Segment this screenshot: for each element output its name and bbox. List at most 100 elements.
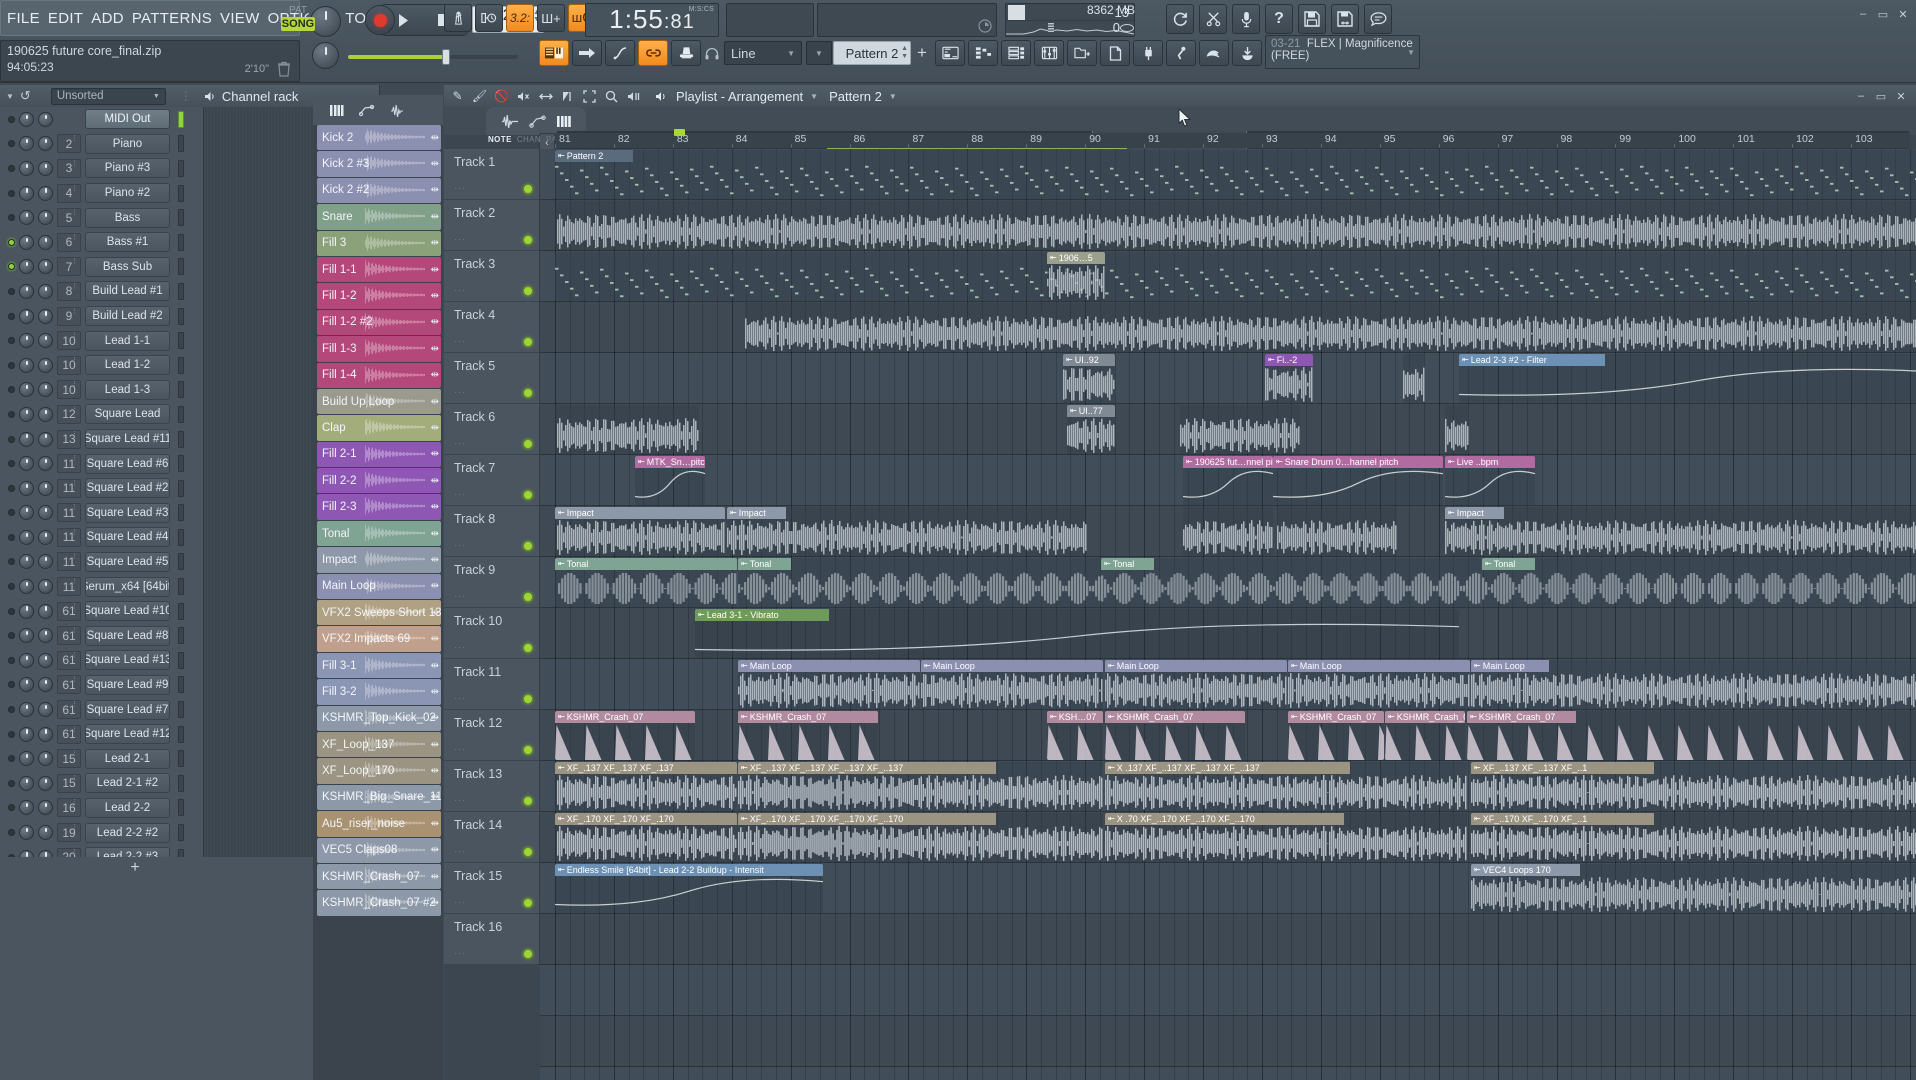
plugin-info-panel[interactable]: 03-21 FLEX | Magnificence (FREE) ▼	[1265, 35, 1420, 69]
clip-source-item[interactable]: Fill 1-2 #2 ⇹	[317, 309, 441, 336]
track-header[interactable]: Track 9 ···	[444, 557, 540, 608]
clip-header[interactable]: ⇤ Impact	[555, 507, 725, 519]
clip-move-handle-icon[interactable]: ⇹	[431, 502, 439, 513]
pattern-selector[interactable]: Pattern 2 ▲ ▼	[833, 41, 911, 65]
channel-volume-knob[interactable]	[38, 480, 53, 496]
playlist-clip[interactable]: ⇤ Main Loop	[738, 660, 920, 709]
channel-volume-knob[interactable]	[38, 505, 53, 521]
clip-move-handle-icon[interactable]: ⇹	[431, 317, 439, 328]
playlist-clip[interactable]: ⇤ KSH…07	[1047, 711, 1103, 760]
link-button[interactable]	[638, 40, 668, 66]
menu-item-patterns[interactable]: PATTERNS	[132, 10, 212, 27]
audio-icon[interactable]	[500, 114, 520, 128]
wrapper-button[interactable]	[1166, 40, 1196, 66]
playlist-clip[interactable]	[1403, 354, 1425, 403]
channel-mixer-number[interactable]: 7 ⋮	[57, 257, 81, 277]
clip-move-handle-icon[interactable]: ⇹	[431, 291, 439, 302]
playlist-clip[interactable]: ⇤KSHMR_Crash_07	[1467, 711, 1916, 760]
clip-source-item[interactable]: Fill 2-1 ⇹	[317, 441, 441, 468]
channel-name-button[interactable]: Square Lead #2	[85, 478, 170, 499]
channel-enable-toggle[interactable]	[178, 479, 184, 497]
playlist-clip[interactable]: ⇤ XF_..170 XF_..170 XF_..1	[1471, 813, 1916, 862]
clip-source-item[interactable]: Fill 3-2 ⇹	[317, 679, 441, 705]
clip-source-item[interactable]: Tonal ⇹	[317, 520, 441, 547]
microphone-button[interactable]	[1232, 4, 1260, 34]
channel-mixer-number[interactable]: 10 ⋮	[57, 355, 81, 375]
channel-pan-knob[interactable]	[19, 480, 34, 496]
playlist-clip[interactable]: ⇤ XF_..137 XF_..137 XF_..137 XF_..137	[738, 762, 1103, 811]
channel-name-button[interactable]: Square Lead #13	[85, 650, 170, 671]
timeline-ruler[interactable]: 81 82 83 84 85 86 87 88 89 90 91 92 93 94 95 96 97 98 99 10…	[555, 133, 1910, 148]
channel-mixer-number[interactable]: 15 ⋮	[57, 749, 81, 769]
clip-source-item[interactable]: Fill 3 ⇹	[317, 230, 441, 256]
channel-volume-knob[interactable]	[38, 357, 53, 373]
channel-name-button[interactable]: MIDI Out	[85, 109, 170, 130]
channel-mixer-number[interactable]: 13 ⋮	[57, 429, 81, 449]
track-enable-led[interactable]	[523, 643, 533, 653]
playlist-clip[interactable]: ⇤ MTK_Sn…pitch	[635, 456, 705, 505]
channel-led[interactable]	[8, 656, 15, 664]
channel-mixer-number[interactable]: 11 ⋮	[57, 478, 81, 498]
clip-move-handle-icon[interactable]: ⇹	[431, 818, 439, 829]
clip-header[interactable]: ⇤ Tonal	[738, 558, 791, 570]
channel-pan-knob[interactable]	[19, 357, 34, 373]
clip-header[interactable]: ⇤ Live ..bpm	[1445, 456, 1535, 468]
channel-enable-toggle[interactable]	[178, 799, 184, 817]
channel-enable-toggle[interactable]	[178, 135, 184, 153]
draw-curve-button[interactable]	[605, 40, 635, 66]
clip-source-item[interactable]: Main Loop ⇹	[317, 573, 441, 600]
track-header[interactable]: Track 1 ···	[444, 149, 540, 200]
playlist-clip[interactable]: ⇤ Tonal	[738, 558, 1101, 607]
channel-mixer-number[interactable]: 6 ⋮	[57, 232, 81, 252]
clip-move-handle-icon[interactable]: ⇹	[431, 132, 439, 143]
clip-source-item[interactable]: XF_Loop_137 ⇹	[317, 731, 441, 758]
select-icon[interactable]	[582, 89, 597, 104]
channel-pan-knob[interactable]	[19, 579, 34, 595]
playlist-clip[interactable]: ⇤ UI..77	[1067, 405, 1115, 454]
channel-name-button[interactable]: Bass Sub	[85, 256, 170, 277]
count-in-button[interactable]: 3.2:	[506, 4, 534, 32]
clip-move-handle-icon[interactable]: ⇹	[431, 686, 439, 697]
channel-mixer-number[interactable]: 11 ⋮	[57, 527, 81, 547]
channel-mixer-number[interactable]: 20⋮	[57, 847, 81, 857]
playlist-clip[interactable]: ⇤ Endless Smile [64bit] - Lead 2-2 Buildu…	[555, 864, 823, 913]
clip-source-item[interactable]: KSHMR_Crash_07 ⇹	[317, 863, 441, 890]
channel-volume-knob[interactable]	[38, 283, 53, 299]
playlist-clip[interactable]: ⇤KSHMR_Crash_07	[1105, 711, 1245, 760]
channel-pan-knob[interactable]	[19, 505, 34, 521]
track-header[interactable]: Track 14 ···	[444, 812, 540, 863]
track-header[interactable]: Track 11 ···	[444, 659, 540, 710]
plugin-picker-button[interactable]	[1133, 40, 1163, 66]
channel-name-button[interactable]: Lead 2-1	[85, 748, 170, 769]
channel-mixer-number[interactable]: 61 ⋮	[57, 700, 81, 720]
channel-volume-knob[interactable]	[38, 136, 53, 152]
add-pattern-button[interactable]: +	[914, 41, 930, 65]
channel-name-button[interactable]: Build Lead #1	[85, 281, 170, 302]
playlist-clip[interactable]: ⇤ XF_..137 XF_..137 XF_..1	[1471, 762, 1916, 811]
channel-mixer-number[interactable]: 61 ⋮	[57, 650, 81, 670]
channel-volume-knob[interactable]	[38, 579, 53, 595]
channel-name-button[interactable]: Square Lead #3	[85, 502, 170, 523]
clip-header[interactable]: ⇤ 190625 fut…nnel pitc	[1183, 456, 1273, 468]
track-enable-led[interactable]	[523, 898, 533, 908]
channel-enable-toggle[interactable]	[178, 233, 184, 251]
playlist-clip[interactable]: ⇤ X .70 XF_..170 XF_..170 XF_..170	[1105, 813, 1467, 862]
step-sequencer-button[interactable]	[968, 40, 998, 66]
clip-move-handle-icon[interactable]: ⇹	[431, 554, 439, 565]
clip-header[interactable]: ⇤KSHMR_Crash_07	[1467, 711, 1576, 723]
channel-name-button[interactable]: Square Lead #6	[85, 453, 170, 474]
clip-source-item[interactable]: VFX2 Impacts 69⇹	[317, 626, 441, 652]
channel-enable-toggle[interactable]	[178, 430, 184, 448]
playlist-clip[interactable]: ⇤ Main Loop	[1288, 660, 1470, 709]
track-enable-led[interactable]	[523, 694, 533, 704]
clip-source-item[interactable]: Impact ⇹	[317, 547, 441, 573]
channel-enable-toggle[interactable]	[178, 676, 184, 694]
paint-icon[interactable]: 🖌	[472, 89, 487, 104]
channel-volume-knob[interactable]	[38, 431, 53, 447]
channel-pan-knob[interactable]	[19, 652, 34, 668]
project-picker-button[interactable]	[1100, 40, 1130, 66]
clip-header[interactable]: ⇤ Pattern 2	[555, 150, 633, 162]
clip-source-item[interactable]: Au5_riser_noise ⇹	[317, 811, 441, 837]
channel-enable-toggle[interactable]	[178, 774, 184, 792]
track-header[interactable]: Track 12 ···	[444, 710, 540, 761]
